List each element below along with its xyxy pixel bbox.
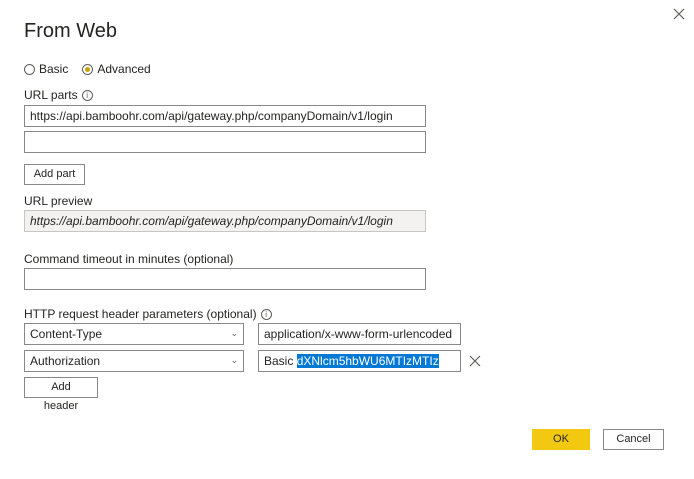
chevron-down-icon: ⌄ (230, 356, 238, 366)
basic-radio[interactable]: Basic (24, 62, 68, 76)
basic-radio-circle[interactable] (24, 63, 35, 75)
close-icon (469, 355, 481, 367)
header-name-1: Content-Type (30, 327, 103, 341)
url-parts-label-text: URL parts (24, 88, 78, 102)
info-icon[interactable]: i (81, 89, 93, 101)
header-name-select-2[interactable]: Authorization ⌄ (24, 350, 244, 372)
chevron-down-icon: ⌄ (230, 329, 238, 339)
header-value-selected: dXNlcm5hbWU6MTIzMTIz (296, 354, 439, 368)
header-value-input-2[interactable]: Basic dXNlcm5hbWU6MTIzMTIz (258, 350, 461, 372)
advanced-radio[interactable]: Advanced (82, 62, 151, 76)
close-button[interactable] (669, 4, 689, 24)
header-name-2: Authorization (30, 354, 101, 368)
header-name-select-1[interactable]: Content-Type ⌄ (24, 323, 244, 345)
basic-radio-label: Basic (39, 62, 69, 76)
timeout-label: Command timeout in minutes (optional) (24, 252, 234, 266)
ok-button[interactable]: OK (532, 429, 590, 450)
header-value-input-1[interactable]: application/x-www-form-urlencoded (258, 323, 461, 345)
url-preview-field: https://api.bamboohr.com/api/gateway.php… (24, 210, 426, 232)
close-icon (673, 8, 685, 20)
url-preview-label: URL preview (24, 194, 93, 208)
remove-header-button[interactable] (469, 355, 481, 370)
add-part-button[interactable]: Add part (24, 164, 85, 185)
advanced-radio-label: Advanced (97, 62, 151, 76)
mode-radio-group: Basic Advanced (24, 62, 151, 76)
url-part-1-input[interactable]: https://api.bamboohr.com/api/gateway.php… (24, 105, 426, 127)
url-part-2-input[interactable] (24, 131, 426, 153)
cancel-button[interactable]: Cancel (603, 429, 664, 450)
dialog-title: From Web (24, 20, 117, 42)
add-header-button[interactable]: Add header (24, 377, 98, 412)
header-value-prefix: Basic (264, 354, 297, 368)
header-params-label-text: HTTP request header parameters (optional… (24, 307, 257, 321)
url-parts-label: URL parts i (24, 88, 93, 102)
advanced-radio-circle[interactable] (82, 63, 94, 75)
header-params-label: HTTP request header parameters (optional… (24, 307, 272, 321)
timeout-input[interactable] (24, 268, 426, 290)
info-icon[interactable]: i (260, 308, 272, 320)
